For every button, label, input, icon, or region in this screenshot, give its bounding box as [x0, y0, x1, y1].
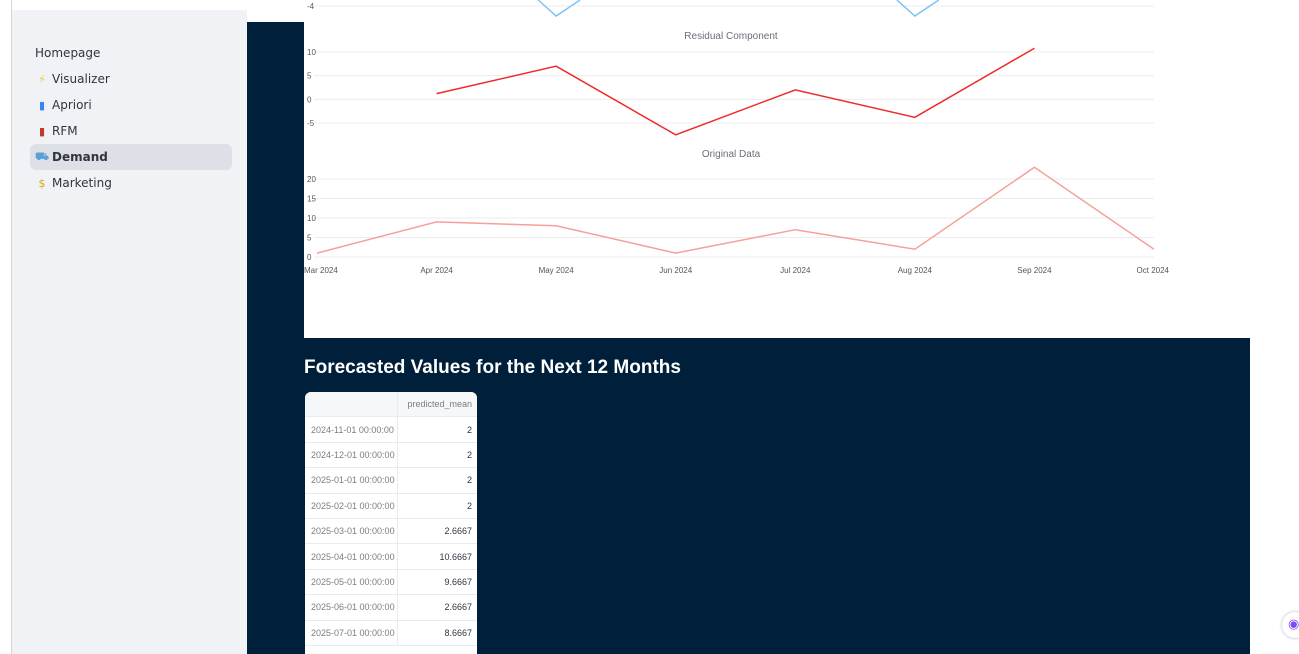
sidebar-item-apriori[interactable]: ▮ Apriori [30, 92, 232, 118]
bar-chart-icon: ▮ [38, 98, 46, 112]
top-strip [247, 0, 304, 22]
table-row[interactable]: 2025-02-01 00:00:00 2 [305, 493, 477, 519]
x-tick-label: Apr 2024 [420, 266, 453, 275]
x-tick-label: Jul 2024 [780, 266, 811, 275]
table-row[interactable]: 2025-03-01 00:00:00 2.6667 [305, 518, 477, 545]
sidebar-nav: Homepage ⚡ Visualizer ▮ Apriori ▮ RFM ⛟ Demand $ M… [30, 40, 232, 196]
row-value: 2 [466, 500, 472, 511]
chart-svg[interactable]: -4 Residual Component 10 5 0 -5 Original Data 2… [304, 0, 1250, 338]
residual-title: Residual Component [684, 31, 778, 42]
forecast-table[interactable]: predicted_mean 2024-11-01 00:00:00 2 2024-… [305, 392, 477, 654]
sidebar: Homepage ⚡ Visualizer ▮ Apriori ▮ RFM ⛟ Demand $ M… [12, 10, 247, 654]
shopping-bags-icon: ▮ [38, 124, 46, 138]
x-tick-label: Sep 2024 [1017, 266, 1052, 275]
row-index: 2025-07-01 00:00:00 [305, 620, 398, 645]
sidebar-item-label: Apriori [52, 98, 92, 112]
residual-tick-label: 0 [307, 95, 312, 104]
row-value: 2 [466, 475, 472, 486]
row-value: 8.6667 [444, 627, 472, 638]
table-row[interactable]: 2024-12-01 00:00:00 2 [305, 442, 477, 469]
table-row[interactable]: 2025-06-01 00:00:00 2.6667 [305, 595, 477, 621]
row-index: 2025-03-01 00:00:00 [305, 518, 398, 544]
table-header-row: predicted_mean [305, 392, 477, 418]
forecast-title: Forecasted Values for the Next 12 Months [304, 357, 681, 378]
table-row[interactable]: 2025-01-01 00:00:00 2 [305, 468, 477, 494]
sidebar-item-marketing[interactable]: $ Marketing [30, 170, 232, 196]
row-value: 2.6667 [444, 602, 472, 613]
seasonal-series-line [537, 0, 581, 17]
sidebar-item-label: Homepage [35, 46, 101, 60]
residual-tick-label: 10 [307, 48, 316, 57]
shopping-cart-icon: ⛟ [35, 149, 49, 163]
index-header [305, 392, 398, 417]
sidebar-item-rfm[interactable]: ▮ RFM [30, 118, 232, 144]
seasonal-tick-label: -4 [307, 2, 315, 11]
x-tick-label: Aug 2024 [898, 266, 933, 275]
original-title: Original Data [702, 149, 761, 160]
help-icon: ◉ [1288, 617, 1299, 632]
sidebar-item-label: Marketing [52, 176, 112, 190]
row-value: 2 [466, 424, 472, 435]
sidebar-item-homepage[interactable]: Homepage [30, 40, 232, 66]
table-row[interactable]: 2025-04-01 00:00:00 10.6667 [305, 544, 477, 570]
original-tick-label: 15 [307, 195, 316, 204]
sidebar-item-label: Visualizer [52, 72, 110, 86]
right-strip [1250, 0, 1299, 654]
residual-tick-label: 5 [307, 72, 312, 81]
table-row[interactable]: 2025-05-01 00:00:00 9.6667 [305, 569, 477, 596]
original-tick-label: 0 [307, 253, 312, 262]
sidebar-item-label: RFM [52, 124, 78, 138]
residual-tick-label: -5 [307, 119, 315, 128]
decomposition-chart[interactable]: -4 Residual Component 10 5 0 -5 Original Data 2… [304, 0, 1250, 338]
seasonal-series-line [896, 0, 940, 17]
lightning-icon: ⚡ [38, 72, 46, 86]
row-index: 2025-02-01 00:00:00 [305, 493, 398, 518]
table-row[interactable]: 2024-11-01 00:00:00 2 [305, 417, 477, 443]
predicted-mean-header[interactable]: predicted_mean [398, 392, 477, 416]
x-tick-label: May 2024 [539, 266, 575, 275]
x-tick-label: Mar 2024 [304, 266, 338, 275]
residual-series-line [436, 47, 1035, 136]
original-series-line [316, 166, 1155, 254]
x-tick-label: Oct 2024 [1137, 266, 1170, 275]
row-value: 9.6667 [444, 576, 472, 587]
x-tick-label: Jun 2024 [659, 266, 692, 275]
original-tick-label: 20 [307, 175, 316, 184]
row-value: 10.6667 [439, 551, 472, 562]
money-bag-icon: $ [38, 176, 46, 190]
row-index: 2025-06-01 00:00:00 [305, 595, 398, 620]
sidebar-item-visualizer[interactable]: ⚡ Visualizer [30, 66, 232, 92]
sidebar-item-demand[interactable]: ⛟ Demand [30, 144, 232, 170]
original-tick-label: 10 [307, 214, 316, 223]
row-index: 2025-05-01 00:00:00 [305, 569, 398, 595]
row-value: 2.6667 [444, 526, 472, 537]
original-tick-label: 5 [307, 234, 312, 243]
row-index: 2025-04-01 00:00:00 [305, 544, 398, 569]
row-index: 2024-12-01 00:00:00 [305, 442, 398, 468]
row-index: 2025-01-01 00:00:00 [305, 468, 398, 493]
window-left-edge [0, 0, 12, 654]
row-index: 2024-11-01 00:00:00 [305, 417, 398, 442]
sidebar-item-label: Demand [52, 150, 108, 164]
table-row[interactable]: 2025-07-01 00:00:00 8.6667 [305, 620, 477, 646]
row-value: 2 [466, 449, 472, 460]
